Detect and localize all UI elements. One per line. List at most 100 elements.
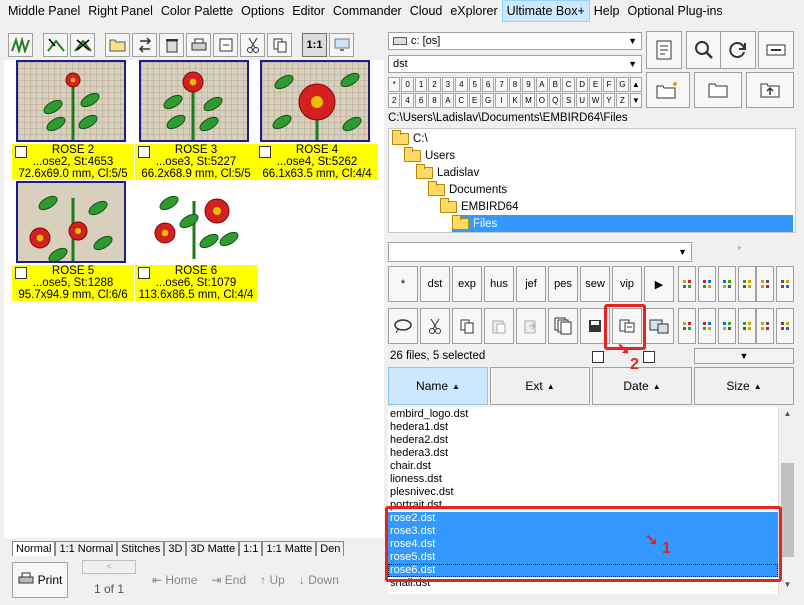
- menu-item-2[interactable]: Color Palette: [157, 0, 237, 22]
- file-row[interactable]: chair.dst: [388, 460, 778, 473]
- parent-folder-icon[interactable]: [746, 72, 794, 108]
- color-option-icon[interactable]: [776, 266, 794, 302]
- extension-filter-button[interactable]: sew: [580, 266, 610, 302]
- menu-item-4[interactable]: Editor: [288, 0, 329, 22]
- filter-key[interactable]: 8: [428, 93, 441, 108]
- extension-select[interactable]: dst ▼: [388, 55, 642, 73]
- menu-item-9[interactable]: Help: [590, 0, 624, 22]
- extension-filter-button[interactable]: jef: [516, 266, 546, 302]
- filter-key[interactable]: *: [388, 77, 401, 92]
- filter-key[interactable]: G: [481, 93, 495, 108]
- filter-key[interactable]: K: [508, 93, 522, 108]
- filter-key[interactable]: G: [616, 77, 629, 92]
- machine-send-icon[interactable]: [644, 308, 674, 344]
- home-button[interactable]: ⇤ Home: [152, 573, 197, 587]
- print-button[interactable]: Print: [12, 562, 68, 598]
- view-tab[interactable]: 3D: [164, 541, 187, 556]
- color-option-icon[interactable]: [678, 266, 696, 302]
- scroll-down-icon[interactable]: ▼: [779, 580, 796, 589]
- scrollbar-thumb[interactable]: [781, 463, 794, 557]
- file-row[interactable]: hedera3.dst: [388, 447, 778, 460]
- refresh-icon[interactable]: [720, 31, 756, 69]
- filter-key[interactable]: O: [535, 93, 549, 108]
- move-icon[interactable]: [132, 33, 157, 57]
- filter-key[interactable]: ▼: [629, 93, 642, 108]
- color-option-icon[interactable]: [698, 308, 716, 344]
- tree-node[interactable]: C:\: [392, 129, 428, 147]
- delete-icon[interactable]: [159, 33, 184, 57]
- sort-options-dropdown[interactable]: ▼: [694, 348, 794, 364]
- menu-item-7[interactable]: eXplorer: [446, 0, 501, 22]
- paste-special-icon[interactable]: [516, 308, 546, 344]
- remove-stitch-icon[interactable]: [70, 33, 95, 57]
- thumbnail-checkbox[interactable]: [138, 146, 150, 158]
- tree-node[interactable]: Files: [452, 214, 793, 232]
- view-tab[interactable]: Stitches: [117, 541, 165, 556]
- color-option-icon[interactable]: [718, 308, 736, 344]
- extension-filter-button[interactable]: ▶: [644, 266, 674, 302]
- export-icon[interactable]: [213, 33, 238, 57]
- filter-key[interactable]: A: [441, 93, 455, 108]
- color-option-icon[interactable]: [738, 266, 756, 302]
- extension-filter-button[interactable]: hus: [484, 266, 514, 302]
- cut-icon[interactable]: [240, 33, 265, 57]
- file-row[interactable]: lioness.dst: [388, 473, 778, 486]
- open-folder-icon[interactable]: [105, 33, 130, 57]
- extension-filter-button[interactable]: vip: [612, 266, 642, 302]
- filter-key[interactable]: B: [549, 77, 562, 92]
- extension-filter-button[interactable]: dst: [420, 266, 450, 302]
- search-combo[interactable]: ▼: [388, 242, 692, 262]
- filter-key[interactable]: 8: [508, 77, 522, 92]
- extension-filter-button[interactable]: *: [388, 266, 418, 302]
- color-option-icon[interactable]: [678, 308, 696, 344]
- color-option-icon[interactable]: [698, 266, 716, 302]
- file-row[interactable]: plesnivec.dst: [388, 486, 778, 499]
- filter-key[interactable]: E: [468, 93, 481, 108]
- scroll-up-icon[interactable]: ▲: [779, 409, 796, 418]
- tree-node[interactable]: Ladislav: [416, 163, 479, 181]
- menu-item-5[interactable]: Commander: [329, 0, 406, 22]
- file-row[interactable]: embird_logo.dst: [388, 408, 778, 421]
- zoom-1-1-button[interactable]: 1:1: [302, 33, 327, 57]
- filter-key[interactable]: Y: [602, 93, 616, 108]
- thumbnail-checkbox[interactable]: [138, 267, 150, 279]
- color-option-icon[interactable]: [718, 266, 736, 302]
- extension-filter-button[interactable]: pes: [548, 266, 578, 302]
- view-tab[interactable]: Normal: [12, 541, 56, 556]
- view-tab[interactable]: 1:1: [239, 541, 263, 556]
- tree-node[interactable]: EMBIRD64: [440, 197, 519, 215]
- keyboard-icon[interactable]: [758, 31, 794, 69]
- filter-key[interactable]: D: [575, 77, 589, 92]
- menu-item-3[interactable]: Options: [237, 0, 288, 22]
- page-prev-icon[interactable]: <: [82, 560, 136, 574]
- copy-icon[interactable]: [452, 308, 482, 344]
- filter-key[interactable]: A: [535, 77, 549, 92]
- column-header[interactable]: Size ▲: [694, 367, 794, 405]
- view-tab[interactable]: 1:1 Matte: [262, 541, 317, 556]
- stitch-icon[interactable]: [8, 33, 33, 57]
- folder-icon[interactable]: [694, 72, 742, 108]
- menu-item-10[interactable]: Optional Plug-ins: [623, 0, 726, 22]
- view-tab[interactable]: 3D Matte: [186, 541, 240, 556]
- zoom-search-icon[interactable]: [686, 31, 722, 69]
- thumbnail-checkbox[interactable]: [15, 267, 27, 279]
- filter-key[interactable]: 9: [522, 77, 535, 92]
- thumbnail-checkbox[interactable]: [259, 146, 271, 158]
- filter-key[interactable]: 4: [401, 93, 414, 108]
- filter-key[interactable]: Z: [616, 93, 629, 108]
- filter-key[interactable]: 0: [401, 77, 414, 92]
- copy-icon[interactable]: [267, 33, 292, 57]
- file-row[interactable]: hedera2.dst: [388, 434, 778, 447]
- up-button[interactable]: ↑ Up: [260, 573, 285, 587]
- filter-key[interactable]: M: [522, 93, 535, 108]
- filter-key[interactable]: S: [562, 93, 575, 108]
- menu-item-0[interactable]: Middle Panel: [4, 0, 84, 22]
- filter-key[interactable]: 2: [428, 77, 441, 92]
- file-row[interactable]: hedera1.dst: [388, 421, 778, 434]
- lasso-icon[interactable]: [388, 308, 418, 344]
- document-info-icon[interactable]: [646, 31, 682, 69]
- filter-key[interactable]: 1: [414, 77, 428, 92]
- view-tab[interactable]: 1:1 Normal: [55, 541, 118, 556]
- new-folder-icon[interactable]: [646, 72, 690, 108]
- filter-key[interactable]: 3: [441, 77, 455, 92]
